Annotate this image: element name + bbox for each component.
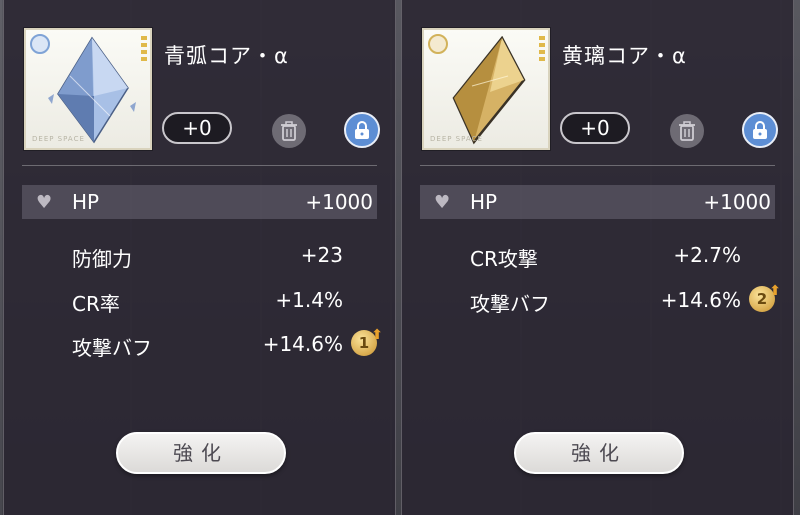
divider — [420, 165, 775, 166]
stat-label: HP — [72, 190, 100, 214]
corner-stripe — [141, 36, 147, 64]
lock-icon — [355, 121, 369, 139]
core-card-right: DEEP SPACE 黄璃コア・α +0 ♥ HP +1000 CR攻撃 +2.… — [401, 0, 794, 515]
upgrade-count-badge: 2 ⬆ — [749, 283, 781, 312]
thumb-caption: DEEP SPACE — [32, 135, 85, 143]
stat-value: +2.7% — [673, 243, 741, 267]
stat-label: HP — [470, 190, 498, 214]
stat-value: +14.6% — [262, 332, 343, 356]
badge-number: 2 — [756, 290, 768, 308]
heart-icon: ♥ — [434, 192, 451, 213]
core-card-left: DEEP SPACE 青弧コア・α +0 ♥ HP +1000 防御力 +23 … — [3, 0, 396, 515]
core-thumbnail[interactable]: DEEP SPACE — [422, 28, 550, 150]
delete-button[interactable] — [272, 114, 306, 148]
stat-value: +1.4% — [275, 288, 343, 312]
stat-row: CR攻撃 +2.7% — [420, 238, 775, 272]
lock-icon — [753, 121, 767, 139]
core-name: 黄璃コア・α — [562, 44, 687, 68]
stat-value: +23 — [300, 243, 343, 267]
lock-button[interactable] — [742, 112, 778, 148]
stat-row: CR率 +1.4% — [22, 283, 377, 317]
up-arrow-icon: ⬆ — [769, 283, 781, 299]
stat-row-main: ♥ HP +1000 — [22, 185, 377, 219]
delete-button[interactable] — [670, 114, 704, 148]
upgrade-count-badge: 1 ⬆ — [351, 327, 383, 356]
up-arrow-icon: ⬆ — [371, 327, 383, 343]
stat-label: 防御力 — [72, 247, 132, 271]
stat-row-main: ♥ HP +1000 — [420, 185, 775, 219]
corner-stripe — [539, 36, 545, 64]
thumb-caption: DEEP SPACE — [430, 135, 483, 143]
core-thumbnail[interactable]: DEEP SPACE — [24, 28, 152, 150]
gold-crystal-icon — [452, 36, 526, 145]
stat-value: +14.6% — [660, 288, 741, 312]
trash-icon — [281, 121, 297, 141]
stat-row: 攻撃バフ +14.6% 1 ⬆ — [22, 327, 383, 361]
stat-label: 攻撃バフ — [72, 336, 152, 360]
core-name: 青弧コア・α — [164, 44, 289, 68]
stat-value: +1000 — [703, 190, 771, 214]
stat-row: 攻撃バフ +14.6% 2 ⬆ — [420, 283, 781, 317]
badge-number: 1 — [358, 334, 370, 352]
level-badge: +0 — [560, 112, 630, 144]
blue-crystal-icon — [48, 36, 136, 144]
heart-icon: ♥ — [36, 192, 53, 213]
stat-value: +1000 — [305, 190, 373, 214]
stat-label: CR攻撃 — [470, 247, 538, 271]
stat-label: 攻撃バフ — [470, 292, 550, 316]
enhance-button[interactable]: 強化 — [116, 432, 286, 474]
trash-icon — [679, 121, 695, 141]
lock-button[interactable] — [344, 112, 380, 148]
stat-label: CR率 — [72, 292, 120, 316]
stat-row: 防御力 +23 — [22, 238, 377, 272]
divider — [22, 165, 377, 166]
enhance-button[interactable]: 強化 — [514, 432, 684, 474]
level-badge: +0 — [162, 112, 232, 144]
